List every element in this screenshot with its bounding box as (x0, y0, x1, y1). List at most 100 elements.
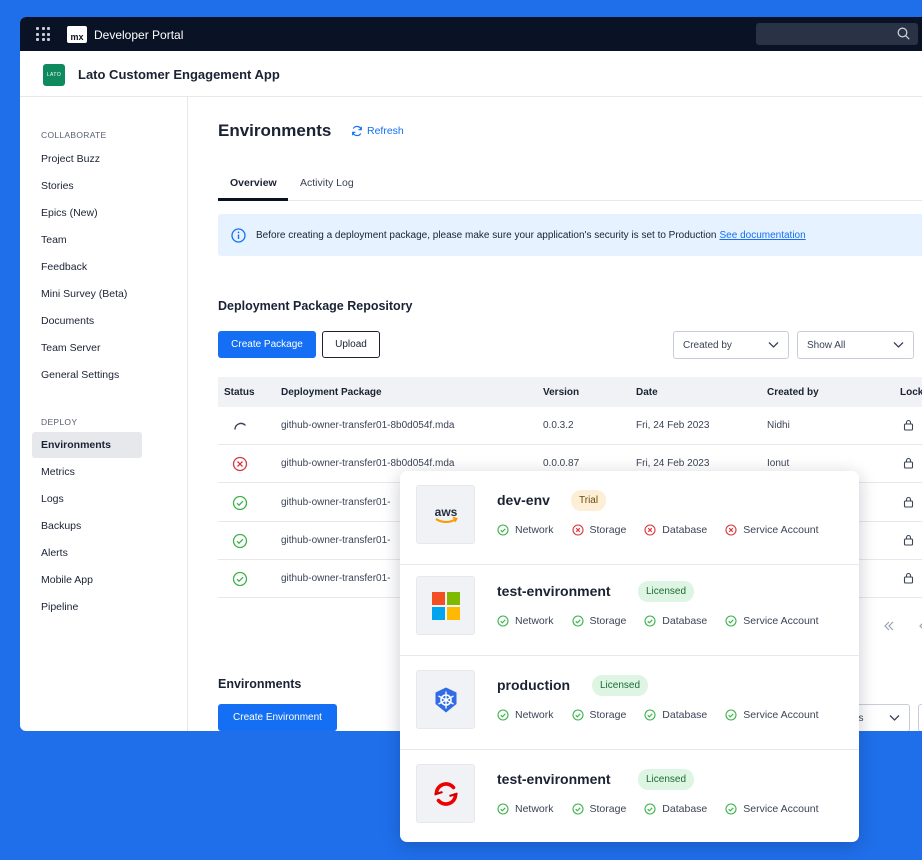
sidebar-item-alerts[interactable]: Alerts (32, 540, 142, 566)
success-icon (232, 533, 248, 549)
check-network: Network (497, 709, 554, 721)
check-network: Network (497, 524, 554, 536)
package-name: github-owner-transfer01- (281, 497, 391, 508)
sidebar-item-general-settings[interactable]: General Settings (32, 362, 142, 388)
license-badge: Licensed (592, 675, 649, 696)
upload-button[interactable]: Upload (322, 331, 380, 358)
col-deployment-package: Deployment Package (281, 387, 382, 398)
col-version: Version (543, 387, 580, 398)
info-banner: Before creating a deployment package, pl… (218, 214, 922, 256)
lock-icon[interactable] (903, 419, 914, 431)
check-storage: Storage (571, 709, 626, 721)
mendix-logo: mx (67, 26, 87, 43)
app-header: LATO Lato Customer Engagement App (20, 51, 922, 97)
environment-row[interactable]: test-environment Licensed Network Storag… (400, 562, 859, 656)
sidebar-item-team[interactable]: Team (32, 227, 142, 253)
tab-overview[interactable]: Overview (230, 177, 277, 189)
sidebar-item-documents[interactable]: Documents (32, 308, 142, 334)
environment-checks: Network Storage Database Service Account (497, 803, 837, 815)
search-icon[interactable] (897, 27, 910, 40)
page-title: Environments (218, 121, 332, 140)
kubernetes-logo (416, 670, 475, 729)
sidebar-item-epics[interactable]: Epics (New) (32, 200, 142, 226)
environment-row[interactable]: aws dev-env Trial Network Storage Databa… (400, 471, 859, 565)
environment-row[interactable]: production Licensed Network Storage Data… (400, 656, 859, 750)
sidebar-item-environments[interactable]: Environments (32, 432, 142, 458)
package-date: Fri, 24 Feb 2023 (636, 458, 710, 469)
environment-name: test-environment (497, 583, 611, 599)
success-icon (232, 571, 248, 587)
sidebar-item-logs[interactable]: Logs (32, 486, 142, 512)
sidebar-item-project-buzz[interactable]: Project Buzz (32, 146, 142, 172)
success-icon (571, 709, 584, 721)
search-input[interactable] (756, 23, 918, 45)
check-network: Network (497, 803, 554, 815)
package-created-by: Ionut (767, 458, 790, 469)
show-all-select[interactable]: Show All (797, 331, 914, 359)
sidebar-item-team-server[interactable]: Team Server (32, 335, 142, 361)
license-badge: Licensed (638, 581, 695, 602)
banner-text: Before creating a deployment package, pl… (256, 229, 717, 241)
col-date: Date (636, 387, 658, 398)
check-service-account: Service Account (725, 803, 819, 815)
package-date: Fri, 24 Feb 2023 (636, 420, 710, 431)
portal-title: Developer Portal (94, 28, 184, 42)
check-storage: Storage (571, 524, 627, 536)
lock-icon[interactable] (903, 534, 914, 546)
sidebar-item-metrics[interactable]: Metrics (32, 459, 142, 485)
sidebar-item-feedback[interactable]: Feedback (32, 254, 142, 280)
col-status: Status (224, 387, 255, 398)
col-lock: Lock (900, 387, 922, 398)
first-page-icon[interactable] (882, 619, 896, 633)
tab-activity-log[interactable]: Activity Log (300, 177, 354, 189)
success-icon (497, 524, 509, 536)
app-switcher-icon[interactable] (36, 27, 50, 41)
lock-icon[interactable] (903, 457, 914, 469)
check-label: Database (662, 709, 708, 721)
environment-row[interactable]: test-environment Licensed Network Storag… (400, 750, 859, 842)
check-storage: Storage (571, 615, 626, 627)
check-label: Service Account (743, 524, 819, 536)
check-database: Database (644, 803, 707, 815)
success-icon (571, 615, 584, 627)
sidebar-item-stories[interactable]: Stories (32, 173, 142, 199)
check-label: Network (515, 524, 554, 536)
chevron-down-icon (889, 715, 900, 721)
sidebar-item-mini-survey[interactable]: Mini Survey (Beta) (32, 281, 142, 307)
sidebar-section-collaborate: COLLABORATE (41, 130, 107, 140)
environment-checks: Network Storage Database Service Account (497, 524, 837, 536)
success-icon (644, 615, 656, 627)
check-database: Database (644, 615, 707, 627)
success-icon (644, 803, 656, 815)
environment-name: dev-env (497, 492, 550, 508)
table-row[interactable]: github-owner-transfer01-8b0d054f.mda 0.0… (218, 407, 922, 445)
check-label: Storage (589, 524, 627, 536)
sidebar-item-mobile-app[interactable]: Mobile App (32, 567, 142, 593)
loading-icon (234, 422, 246, 430)
lock-icon[interactable] (903, 572, 914, 584)
package-name: github-owner-transfer01-8b0d054f.mda (281, 458, 455, 469)
created-by-select[interactable]: Created by (673, 331, 789, 359)
check-service-account: Service Account (725, 615, 819, 627)
col-created-by: Created by (767, 387, 819, 398)
success-icon (725, 803, 737, 815)
see-documentation-link[interactable]: See documentation (720, 230, 806, 241)
openshift-logo (416, 764, 475, 823)
previous-page-icon[interactable] (915, 619, 922, 633)
package-name: github-owner-transfer01- (281, 573, 391, 584)
environment-name: production (497, 677, 571, 693)
sidebar-section-deploy: DEPLOY (41, 417, 78, 427)
extra-select[interactable] (918, 704, 922, 731)
create-package-button[interactable]: Create Package (218, 331, 316, 358)
table-header: Status Deployment Package Version Date C… (218, 377, 922, 407)
active-tab-indicator (218, 198, 288, 201)
sidebar-item-backups[interactable]: Backups (32, 513, 142, 539)
refresh-button[interactable]: Refresh (351, 125, 404, 137)
environments-card: aws dev-env Trial Network Storage Databa… (400, 471, 859, 842)
lock-icon[interactable] (903, 496, 914, 508)
create-environment-button[interactable]: Create Environment (218, 704, 337, 731)
tab-bar: Overview Activity Log (218, 165, 922, 201)
sidebar-item-pipeline[interactable]: Pipeline (32, 594, 142, 620)
environments-section-title: Environments (218, 677, 302, 691)
app-name: Lato Customer Engagement App (78, 67, 280, 82)
